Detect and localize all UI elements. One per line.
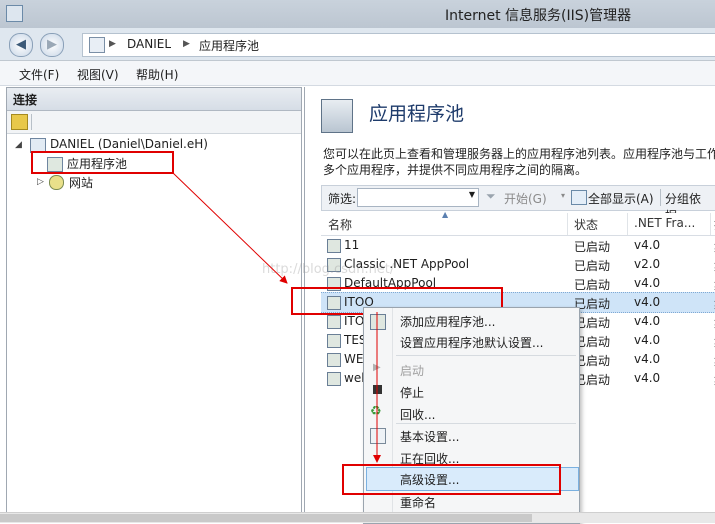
horizontal-scrollbar[interactable] <box>0 512 715 523</box>
scrollbar-thumb[interactable] <box>0 514 532 522</box>
arrow-tree-to-row <box>171 171 288 284</box>
annotation-arrows <box>171 171 381 463</box>
